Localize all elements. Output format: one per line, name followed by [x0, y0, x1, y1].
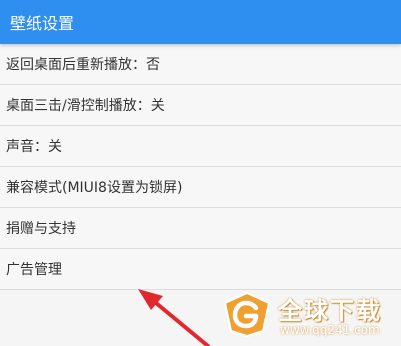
watermark: 全球下载 www.qq241.com — [222, 289, 397, 341]
download-site-logo-icon — [223, 291, 271, 337]
setting-donate-support[interactable]: 捐赠与支持 — [0, 208, 401, 249]
setting-label: 兼容模式(MIUI8设置为锁屏) — [6, 180, 183, 196]
arrow-shaft — [148, 296, 210, 346]
setting-triple-tap-control[interactable]: 桌面三击/滑控制播放：关 — [0, 85, 401, 126]
setting-label: 桌面三击/滑控制播放：关 — [6, 98, 165, 114]
setting-sound[interactable]: 声音：关 — [0, 126, 401, 167]
page-title: 壁纸设置 — [10, 14, 75, 33]
setting-replay-on-return[interactable]: 返回桌面后重新播放：否 — [0, 44, 401, 85]
app-bar: 壁纸设置 — [0, 0, 401, 44]
setting-label: 捐赠与支持 — [6, 221, 76, 237]
setting-compat-mode[interactable]: 兼容模式(MIUI8设置为锁屏) — [0, 167, 401, 208]
setting-label: 返回桌面后重新播放：否 — [6, 57, 160, 73]
arrow-head — [138, 289, 163, 310]
setting-label: 广告管理 — [6, 262, 62, 278]
settings-list: 返回桌面后重新播放：否 桌面三击/滑控制播放：关 声音：关 兼容模式(MIUI8… — [0, 44, 401, 290]
setting-ad-management[interactable]: 广告管理 — [0, 249, 401, 290]
setting-label: 声音：关 — [6, 139, 62, 155]
watermark-title: 全球下载 — [278, 297, 382, 325]
watermark-url: www.qq241.com — [280, 323, 380, 337]
